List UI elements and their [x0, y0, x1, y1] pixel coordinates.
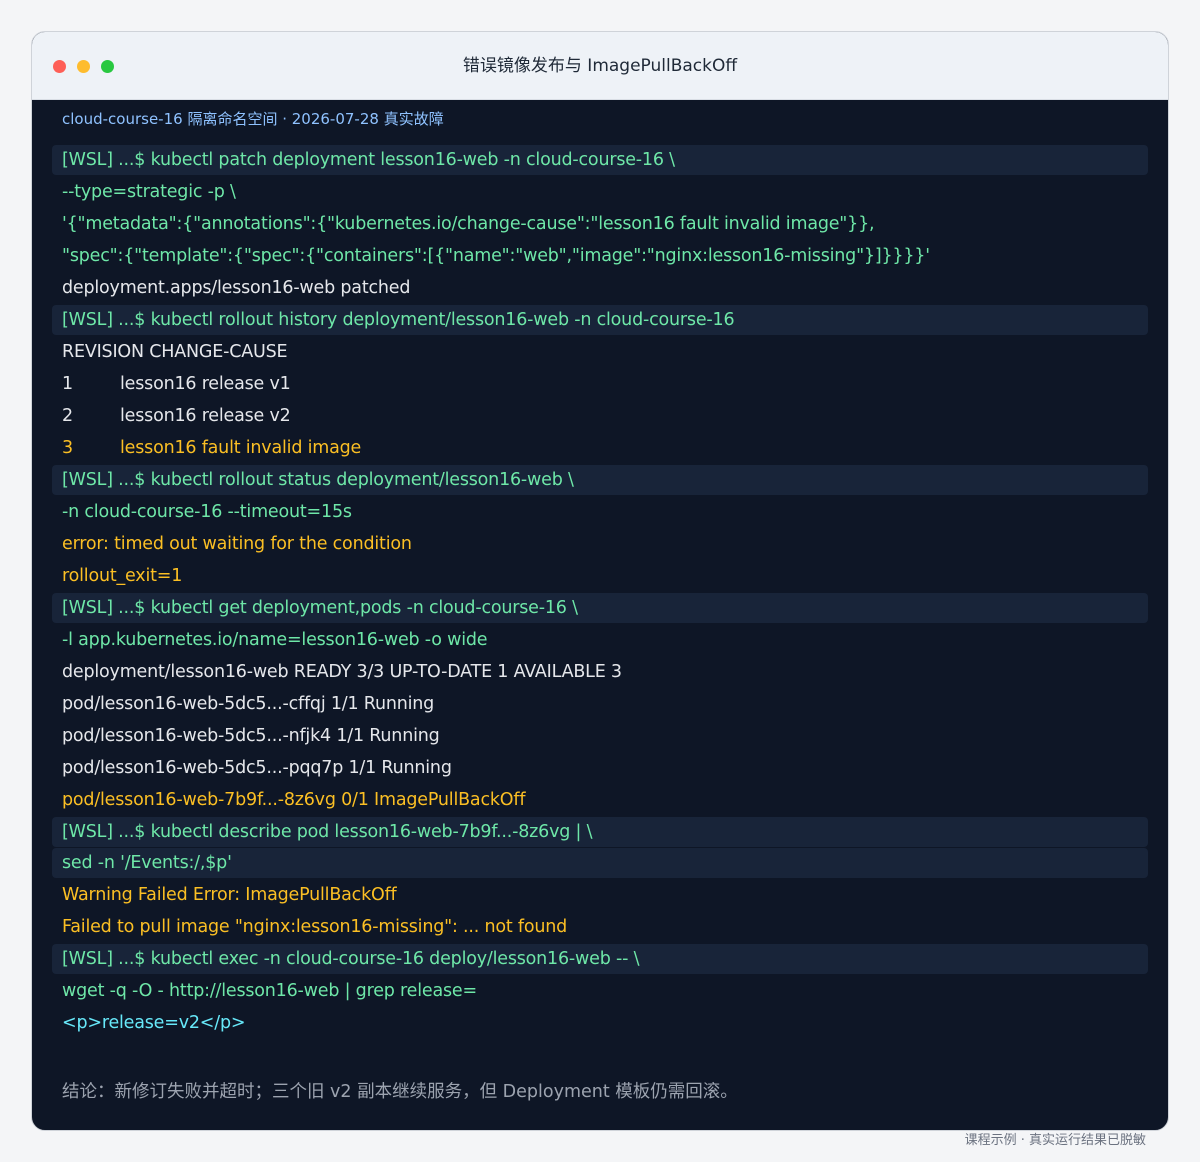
footer-caption: 课程示例 · 真实运行结果已脱敏: [964, 1133, 1146, 1148]
history-change-cause: lesson16 release v1: [120, 374, 291, 394]
terminal-output-line: deployment/lesson16-web READY 3/3 UP-TO-…: [62, 662, 622, 682]
history-revision: 2: [62, 406, 73, 426]
terminal-command-continuation: wget -q -O - http://lesson16-web | grep …: [62, 981, 477, 1001]
terminal-window: 错误镜像发布与 ImagePullBackOff cloud-course-16…: [31, 31, 1169, 1131]
history-row: 1 lesson16 release v1: [52, 368, 1148, 400]
terminal-error-line: pod/lesson16-web-7b9f...-8z6vg 0/1 Image…: [62, 790, 526, 810]
session-meta: cloud-course-16 隔离命名空间 · 2026-07-28 真实故障: [62, 110, 444, 128]
history-row: 2 lesson16 release v2: [52, 400, 1148, 432]
history-revision: 3: [62, 438, 73, 458]
terminal-error-line: Warning Failed Error: ImagePullBackOff: [62, 885, 397, 905]
history-change-cause: lesson16 release v2: [120, 406, 291, 426]
title-bar: 错误镜像发布与 ImagePullBackOff: [32, 32, 1168, 100]
terminal-error-line: error: timed out waiting for the conditi…: [62, 534, 412, 554]
window-title: 错误镜像发布与 ImagePullBackOff: [462, 56, 738, 76]
history-revision: 1: [62, 374, 73, 394]
terminal-command-continuation: --type=strategic -p \: [62, 182, 236, 202]
terminal-output-line: deployment.apps/lesson16-web patched: [62, 278, 411, 298]
terminal-command-continuation: '{"metadata":{"annotations":{"kubernetes…: [62, 214, 875, 234]
terminal-prompt-line: [WSL] ...$ kubectl exec -n cloud-course-…: [52, 944, 1148, 974]
terminal-prompt-line: [WSL] ...$ kubectl rollout status deploy…: [52, 465, 1148, 495]
terminal-error-line: Failed to pull image "nginx:lesson16-mis…: [62, 917, 568, 937]
terminal-output[interactable]: [WSL] ...$ kubectl patch deployment less…: [52, 144, 1148, 1039]
terminal-output-line: pod/lesson16-web-5dc5...-cffqj 1/1 Runni…: [62, 694, 435, 714]
terminal-output-line: pod/lesson16-web-5dc5...-pqq7p 1/1 Runni…: [62, 758, 452, 778]
terminal-command-continuation: "spec":{"template":{"spec":{"containers"…: [62, 246, 930, 266]
history-row-highlighted: 3 lesson16 fault invalid image: [52, 432, 1148, 464]
conclusion-text: 结论：新修订失败并超时；三个旧 v2 副本继续服务，但 Deployment 模…: [62, 1082, 738, 1102]
terminal-prompt-line: [WSL] ...$ kubectl describe pod lesson16…: [52, 817, 1148, 847]
terminal-error-line: rollout_exit=1: [62, 566, 183, 586]
terminal-output-line: pod/lesson16-web-5dc5...-nfjk4 1/1 Runni…: [62, 726, 440, 746]
history-header: REVISION CHANGE-CAUSE: [62, 342, 288, 362]
terminal-prompt-line: [WSL] ...$ kubectl get deployment,pods -…: [52, 593, 1148, 623]
terminal-command-continuation: -n cloud-course-16 --timeout=15s: [62, 502, 352, 522]
terminal-prompt-line: [WSL] ...$ kubectl rollout history deplo…: [52, 305, 1148, 335]
terminal-command-continuation: sed -n '/Events:/,$p': [52, 848, 1148, 878]
terminal-prompt-line: [WSL] ...$ kubectl patch deployment less…: [52, 145, 1148, 175]
terminal-command-continuation: -l app.kubernetes.io/name=lesson16-web -…: [62, 630, 488, 650]
terminal-result-line: <p>release=v2</p>: [62, 1013, 246, 1033]
history-change-cause: lesson16 fault invalid image: [120, 438, 362, 458]
